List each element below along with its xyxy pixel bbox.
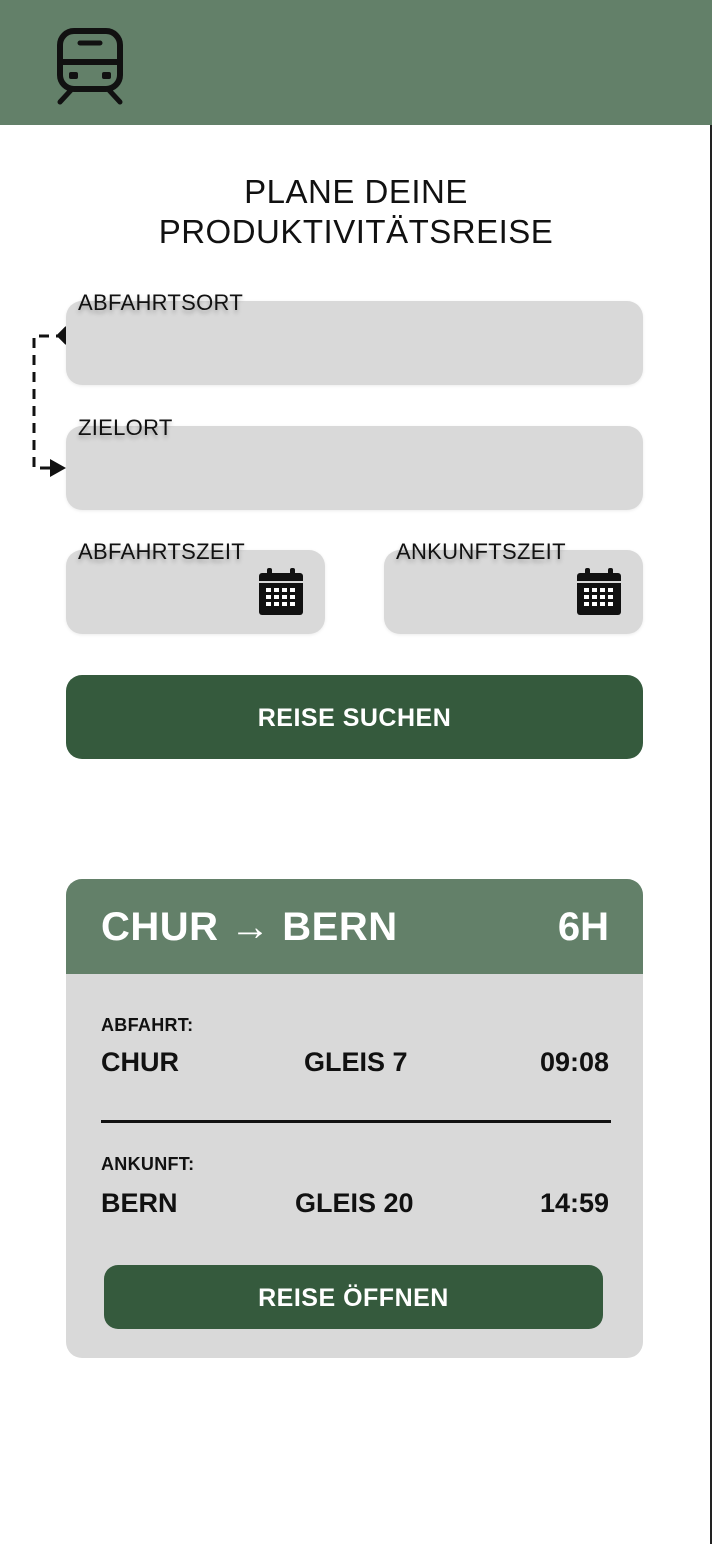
card-divider	[101, 1120, 611, 1123]
arrival-time: 14:59	[539, 1188, 609, 1218]
arrival-station: BERN	[101, 1188, 178, 1218]
departure-platform: GLEIS 7	[304, 1047, 408, 1077]
open-trip-button[interactable]: REISE ÖFFNEN	[104, 1265, 603, 1329]
trip-duration: 6H	[557, 905, 609, 949]
departure-time-label: ABFAHRTSZEIT	[78, 539, 245, 564]
destination-label: ZIELORT	[78, 415, 173, 440]
calendar-icon[interactable]	[575, 567, 623, 617]
arrival-row-label: ANKUNFT:	[101, 1154, 195, 1174]
departure-station: CHUR	[101, 1047, 179, 1077]
page-title-line-2: PRODUKTIVITÄTSREISE	[158, 213, 554, 250]
page-title: PLANE DEINE PRODUKTIVITÄTSREISE	[0, 172, 712, 252]
arrival-time-label: ANKUNFTSZEIT	[396, 539, 566, 564]
trip-route-title: CHUR → BERN	[101, 905, 398, 949]
app-header	[0, 0, 712, 125]
search-trip-button[interactable]: REISE SUCHEN	[66, 675, 643, 759]
departure-place-label: ABFAHRTSORT	[78, 290, 244, 315]
page-title-line-1: PLANE DEINE	[244, 173, 468, 210]
train-icon[interactable]	[54, 26, 126, 106]
arrival-platform: GLEIS 20	[295, 1188, 414, 1218]
trip-card-header: CHUR → BERN 6H	[66, 879, 643, 974]
departure-row-label: ABFAHRT:	[101, 1015, 194, 1035]
calendar-icon[interactable]	[257, 567, 305, 617]
trip-result-card: CHUR → BERN 6H ABFAHRT: CHUR GLEIS 7 09:…	[66, 879, 643, 1358]
departure-time: 09:08	[539, 1047, 609, 1077]
